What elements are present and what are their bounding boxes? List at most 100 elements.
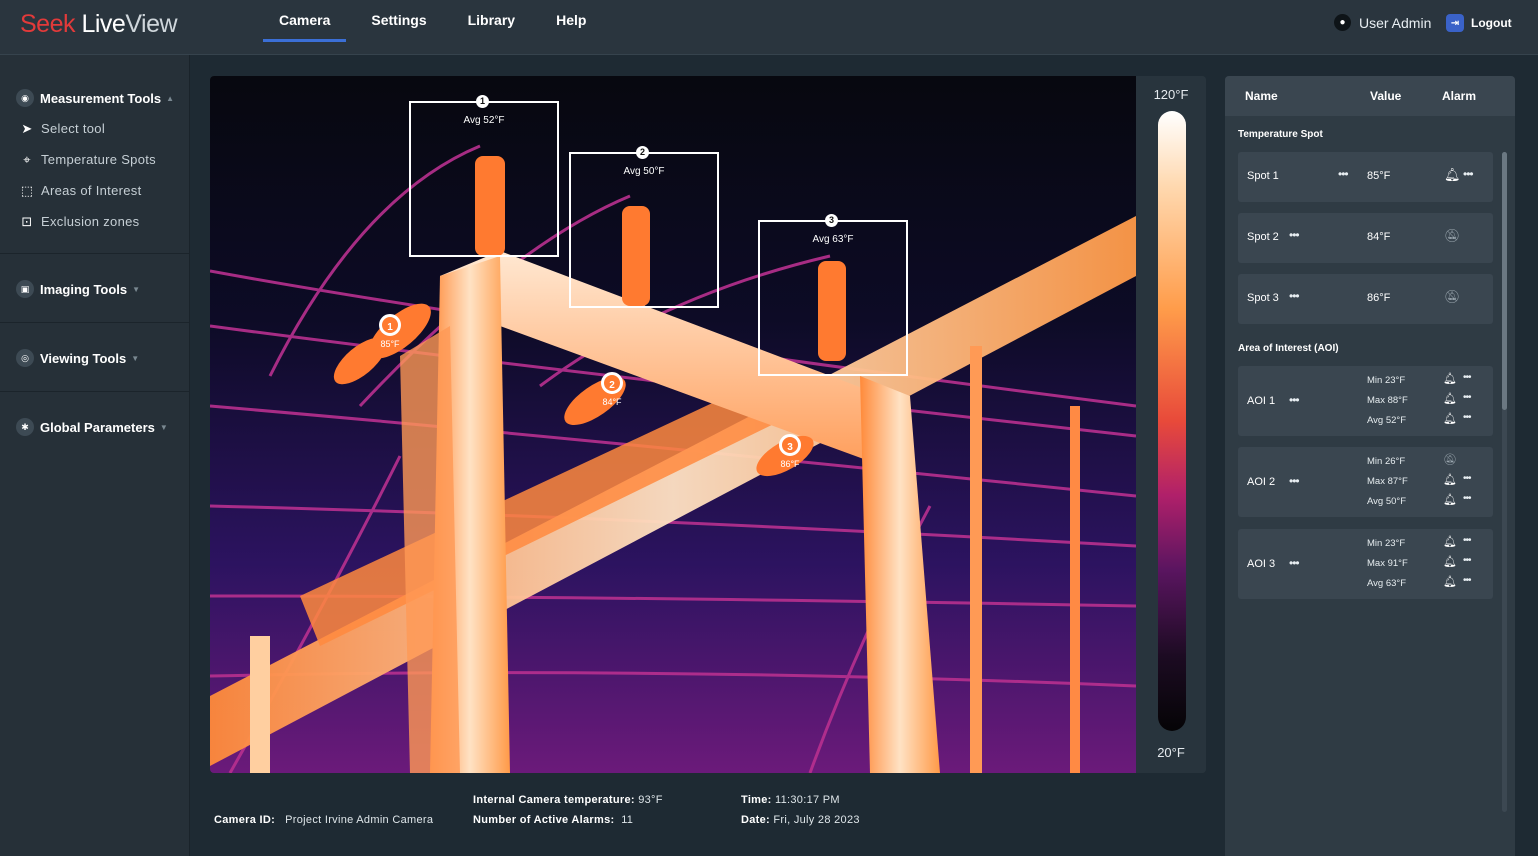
aoi-row-3[interactable]: AOI 3 ••• Min 23°F Max 91°F Avg 63°F 🔔︎ … [1238,529,1493,599]
main-nav: Camera Settings Library Help [263,0,611,54]
areas-of-interest-label: Areas of Interest [41,183,142,198]
spot-row-3-name: Spot 3 [1247,292,1279,304]
top-bar: Seek LiveView Camera Settings Library He… [0,0,1538,55]
spot-marker-2[interactable]: 2 84°F [594,372,630,417]
col-alarm-header: Alarm [1442,89,1477,103]
bell-icon[interactable]: 🔔︎ [1443,493,1457,506]
aoi-box-3[interactable]: 3 Avg 63°F [758,214,908,376]
measurement-tools-section: ◉ Measurement Tools ▲ ➤ Select tool ⌖ Te… [0,55,189,254]
thermal-viewer: 1 Avg 52°F 2 Avg 50°F 3 Avg 63°F 1 85°F … [210,76,1206,773]
scale-min-label: 20°F [1157,745,1185,760]
aoi-2-avg: Avg 50°F [1367,496,1407,507]
tab-camera[interactable]: Camera [263,0,347,42]
aoi-2-min: Min 26°F [1367,456,1406,467]
aoi-row-2[interactable]: AOI 2 ••• Min 26°F Max 87°F Avg 50°F 🔕︎ … [1238,447,1493,517]
spot-marker-3[interactable]: 3 86°F [772,434,808,479]
aoi-row-1-name: AOI 1 [1247,395,1276,407]
spot-row-3[interactable]: Spot 3 ••• 86°F 🔕︎ [1238,274,1493,324]
global-parameters-header[interactable]: ✱ Global Parameters ▼ [0,412,189,442]
aoi-2-max: Max 87°F [1367,476,1408,487]
aoi-section-title: Area of Interest (AOI) [1238,343,1339,354]
aoi-2-label: Avg 50°F [623,166,665,177]
bell-icon[interactable]: 🔔︎ [1443,535,1457,548]
aoi-1-max-more-icon[interactable]: ••• [1463,392,1471,403]
active-alarms-info: Number of Active Alarms: 11 [473,814,633,826]
spot-row-1-value: 85°F [1367,170,1391,182]
aoi-3-avg-more-icon[interactable]: ••• [1463,575,1471,586]
aoi-3-min: Min 23°F [1367,538,1406,549]
spot-row-1[interactable]: Spot 1 ••• 85°F 🔔︎ ••• [1238,152,1493,202]
bell-off-icon[interactable]: 🔕︎ [1444,228,1461,244]
time-value: 11:30:17 PM [775,794,840,806]
tab-help[interactable]: Help [540,0,602,40]
aoi-3-max-more-icon[interactable]: ••• [1463,555,1471,566]
bell-icon[interactable]: 🔔︎ [1444,167,1461,183]
spot-row-1-name: Spot 1 [1247,170,1279,182]
select-tool[interactable]: ➤ Select tool [0,113,189,144]
exclusion-zones-tool[interactable]: ⊡ Exclusion zones [0,206,189,237]
spot-marker-1[interactable]: 1 85°F [372,314,408,359]
aoi-row-1[interactable]: AOI 1 ••• Min 23°F Max 88°F Avg 52°F 🔔︎ … [1238,366,1493,436]
areas-of-interest-tool[interactable]: ⬚ Areas of Interest [0,175,189,206]
date-info: Date: Fri, July 28 2023 [741,814,860,826]
user-menu[interactable]: ● User Admin [1334,14,1431,31]
bell-icon[interactable]: 🔔︎ [1443,473,1457,486]
bell-icon[interactable]: 🔔︎ [1443,555,1457,568]
aoi-2-more-icon[interactable]: ••• [1289,474,1300,488]
aoi-2-avg-more-icon[interactable]: ••• [1463,493,1471,504]
tab-settings[interactable]: Settings [355,0,442,40]
viewing-tools-header[interactable]: ◎ Viewing Tools ▼ [0,343,189,373]
eye-icon: ◎ [16,349,34,367]
panel-header: Name Value Alarm [1225,76,1515,116]
aoi-1-min: Min 23°F [1367,375,1406,386]
tab-library[interactable]: Library [452,0,531,40]
aoi-1-avg: Avg 52°F [1367,415,1407,426]
bell-off-icon[interactable]: 🔕︎ [1443,453,1457,466]
image-icon: ▣ [16,280,34,298]
spot-2-more-icon[interactable]: ••• [1289,228,1300,242]
aoi-2-max-more-icon[interactable]: ••• [1463,473,1471,484]
aoi-row-2-name: AOI 2 [1247,476,1276,488]
global-parameters-section: ✱ Global Parameters ▼ [0,392,189,460]
logout-button[interactable]: ⇥ Logout [1446,14,1512,32]
aoi-3-more-icon[interactable]: ••• [1289,556,1300,570]
logout-icon: ⇥ [1446,14,1464,32]
aoi-1-more-icon[interactable]: ••• [1289,393,1300,407]
aoi-box-2[interactable]: 2 Avg 50°F [569,146,719,308]
bell-icon[interactable]: 🔔︎ [1443,392,1457,405]
scale-gradient-bar [1158,111,1186,731]
gear-icon: ✱ [16,418,34,436]
measurement-tools-header[interactable]: ◉ Measurement Tools ▲ [0,83,189,113]
temperature-spots-tool[interactable]: ⌖ Temperature Spots [0,144,189,175]
crosshair-icon: ⌖ [23,151,31,167]
chevron-down-icon: ▼ [159,422,168,432]
spot-row-2-name: Spot 2 [1247,231,1279,243]
spot-1-more-icon[interactable]: ••• [1338,167,1349,181]
aoi-1-min-more-icon[interactable]: ••• [1463,372,1471,383]
bell-icon[interactable]: 🔔︎ [1443,412,1457,425]
measurement-tools-label: Measurement Tools [40,90,162,106]
imaging-tools-section: ▣ Imaging Tools ▼ [0,254,189,323]
camera-id-value: Project Irvine Admin Camera [285,814,434,826]
user-icon: ● [1334,14,1351,31]
spot-1-alarm-more-icon[interactable]: ••• [1463,167,1474,181]
imaging-tools-header[interactable]: ▣ Imaging Tools ▼ [0,274,189,304]
bell-icon[interactable]: 🔔︎ [1443,372,1457,385]
panel-scrollbar[interactable] [1502,152,1507,812]
aoi-1-badge: 1 [476,95,489,108]
spot-1-crosshair-icon: 1 [379,314,401,336]
bell-off-icon[interactable]: 🔕︎ [1444,289,1461,305]
panel-scrollbar-thumb[interactable] [1502,152,1507,410]
bell-icon[interactable]: 🔔︎ [1443,575,1457,588]
viewing-tools-section: ◎ Viewing Tools ▼ [0,323,189,392]
date-value: Fri, July 28 2023 [773,814,860,826]
user-name: User Admin [1359,14,1432,31]
aoi-3-min-more-icon[interactable]: ••• [1463,535,1471,546]
aoi-3-avg: Avg 63°F [1367,578,1407,589]
target-icon: ◉ [16,89,34,107]
spot-row-2[interactable]: Spot 2 ••• 84°F 🔕︎ [1238,213,1493,263]
aoi-1-avg-more-icon[interactable]: ••• [1463,412,1471,423]
aoi-box-1[interactable]: 1 Avg 52°F [409,95,559,257]
chevron-down-icon: ▼ [131,353,140,363]
spot-3-more-icon[interactable]: ••• [1289,289,1300,303]
